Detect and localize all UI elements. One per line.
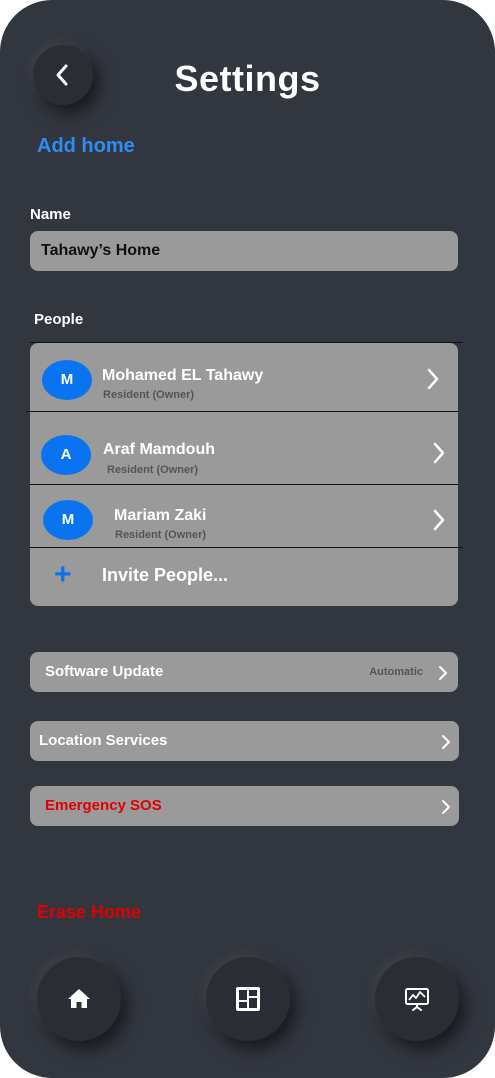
person-role: Resident (Owner) bbox=[115, 529, 207, 541]
nav-dashboard-button[interactable] bbox=[206, 957, 290, 1041]
chevron-right-icon bbox=[433, 442, 445, 464]
phone-screen: Settings Add home Name People M Mohamed … bbox=[0, 0, 495, 1078]
erase-home-link[interactable]: Erase Home bbox=[37, 902, 141, 923]
software-update-label: Software Update bbox=[45, 663, 164, 680]
software-update-value: Automatic bbox=[369, 666, 423, 678]
person-row[interactable]: M Mariam Zaki Resident (Owner) bbox=[30, 485, 458, 551]
person-role: Resident (Owner) bbox=[107, 464, 199, 476]
page-title: Settings bbox=[174, 58, 321, 99]
software-update-row[interactable]: Software Update Automatic bbox=[30, 652, 458, 692]
home-icon bbox=[68, 989, 90, 1008]
person-row[interactable]: M Mohamed EL Tahawy Resident (Owner) bbox=[30, 343, 458, 409]
person-row[interactable]: A Araf Mamdouh Resident (Owner) bbox=[30, 412, 458, 478]
chevron-right-icon bbox=[442, 800, 450, 814]
add-home-link[interactable]: Add home bbox=[37, 135, 135, 158]
person-name: Mohamed EL Tahawy bbox=[102, 367, 264, 384]
dashboard-icon bbox=[236, 987, 260, 1011]
people-card: M Mohamed EL Tahawy Resident (Owner) A A… bbox=[26, 343, 463, 606]
avatar: M bbox=[43, 500, 93, 540]
chevron-right-icon bbox=[427, 368, 439, 390]
emergency-sos-row[interactable]: Emergency SOS bbox=[30, 786, 459, 826]
person-name: Araf Mamdouh bbox=[103, 441, 215, 458]
person-name: Mariam Zaki bbox=[114, 507, 207, 524]
chevron-right-icon bbox=[433, 509, 445, 531]
home-name-input[interactable] bbox=[30, 231, 458, 271]
chevron-right-icon bbox=[442, 735, 450, 749]
people-label: People bbox=[34, 311, 84, 328]
plus-icon: + bbox=[54, 558, 72, 591]
presentation-chart-icon bbox=[405, 988, 429, 1011]
avatar: M bbox=[42, 360, 92, 400]
name-label: Name bbox=[30, 206, 71, 223]
avatar: A bbox=[41, 435, 91, 475]
nav-home-button[interactable] bbox=[37, 957, 121, 1041]
nav-analytics-button[interactable] bbox=[375, 957, 459, 1041]
location-services-label: Location Services bbox=[39, 732, 168, 749]
chevron-right-icon bbox=[439, 666, 447, 680]
emergency-sos-label: Emergency SOS bbox=[45, 797, 162, 814]
person-role: Resident (Owner) bbox=[103, 389, 195, 401]
invite-people-button[interactable]: + Invite People... bbox=[30, 548, 458, 606]
invite-people-label: Invite People... bbox=[102, 565, 229, 585]
location-services-row[interactable]: Location Services bbox=[30, 721, 459, 761]
